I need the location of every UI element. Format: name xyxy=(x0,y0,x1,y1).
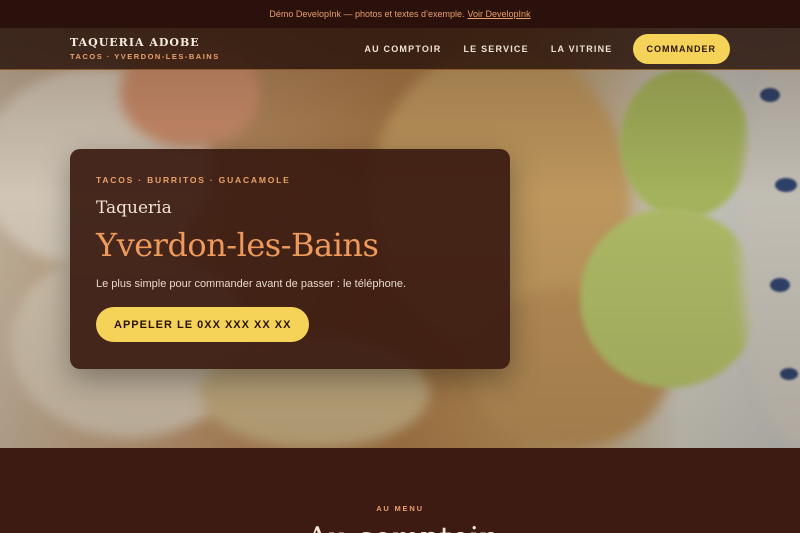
brand-name: TAQUERIA ADOBE xyxy=(70,36,200,49)
top-navigation: TAQUERIA ADOBE TACOS · YVERDON-LES-BAINS… xyxy=(0,28,800,70)
brand-tagline: TACOS · YVERDON-LES-BAINS xyxy=(70,52,220,61)
brand[interactable]: TAQUERIA ADOBE TACOS · YVERDON-LES-BAINS xyxy=(70,36,220,61)
hero-kicker: TACOS · BURRITOS · GUACAMOLE xyxy=(96,175,291,185)
nav-link-le-service[interactable]: LE SERVICE xyxy=(463,44,528,54)
demo-banner-link[interactable]: Voir DevelopInk xyxy=(468,9,531,19)
hero-pre-title: Taqueria xyxy=(96,198,172,218)
menu-kicker: AU MENU xyxy=(376,504,424,513)
menu-title: Au comptoir xyxy=(0,521,800,533)
hero-description: Le plus simple pour commander avant de p… xyxy=(96,278,407,290)
demo-banner: Démo DevelopInk — photos et textes d’exe… xyxy=(0,0,800,28)
hero-card: TACOS · BURRITOS · GUACAMOLE Taqueria Yv… xyxy=(70,149,510,369)
order-button[interactable]: COMMANDER xyxy=(632,33,730,64)
call-button[interactable]: APPELER LE 0XX XXX XX XX xyxy=(96,307,310,342)
nav-links: AU COMPTOIR LE SERVICE LA VITRINE COMMAN… xyxy=(342,33,730,64)
nav-link-au-comptoir[interactable]: AU COMPTOIR xyxy=(364,44,441,54)
nav-link-la-vitrine[interactable]: LA VITRINE xyxy=(551,44,613,54)
menu-section: AU MENU Au comptoir xyxy=(0,448,800,533)
demo-banner-text: Démo DevelopInk — photos et textes d’exe… xyxy=(269,9,465,19)
hero-title: Yverdon-les-Bains xyxy=(96,226,379,264)
